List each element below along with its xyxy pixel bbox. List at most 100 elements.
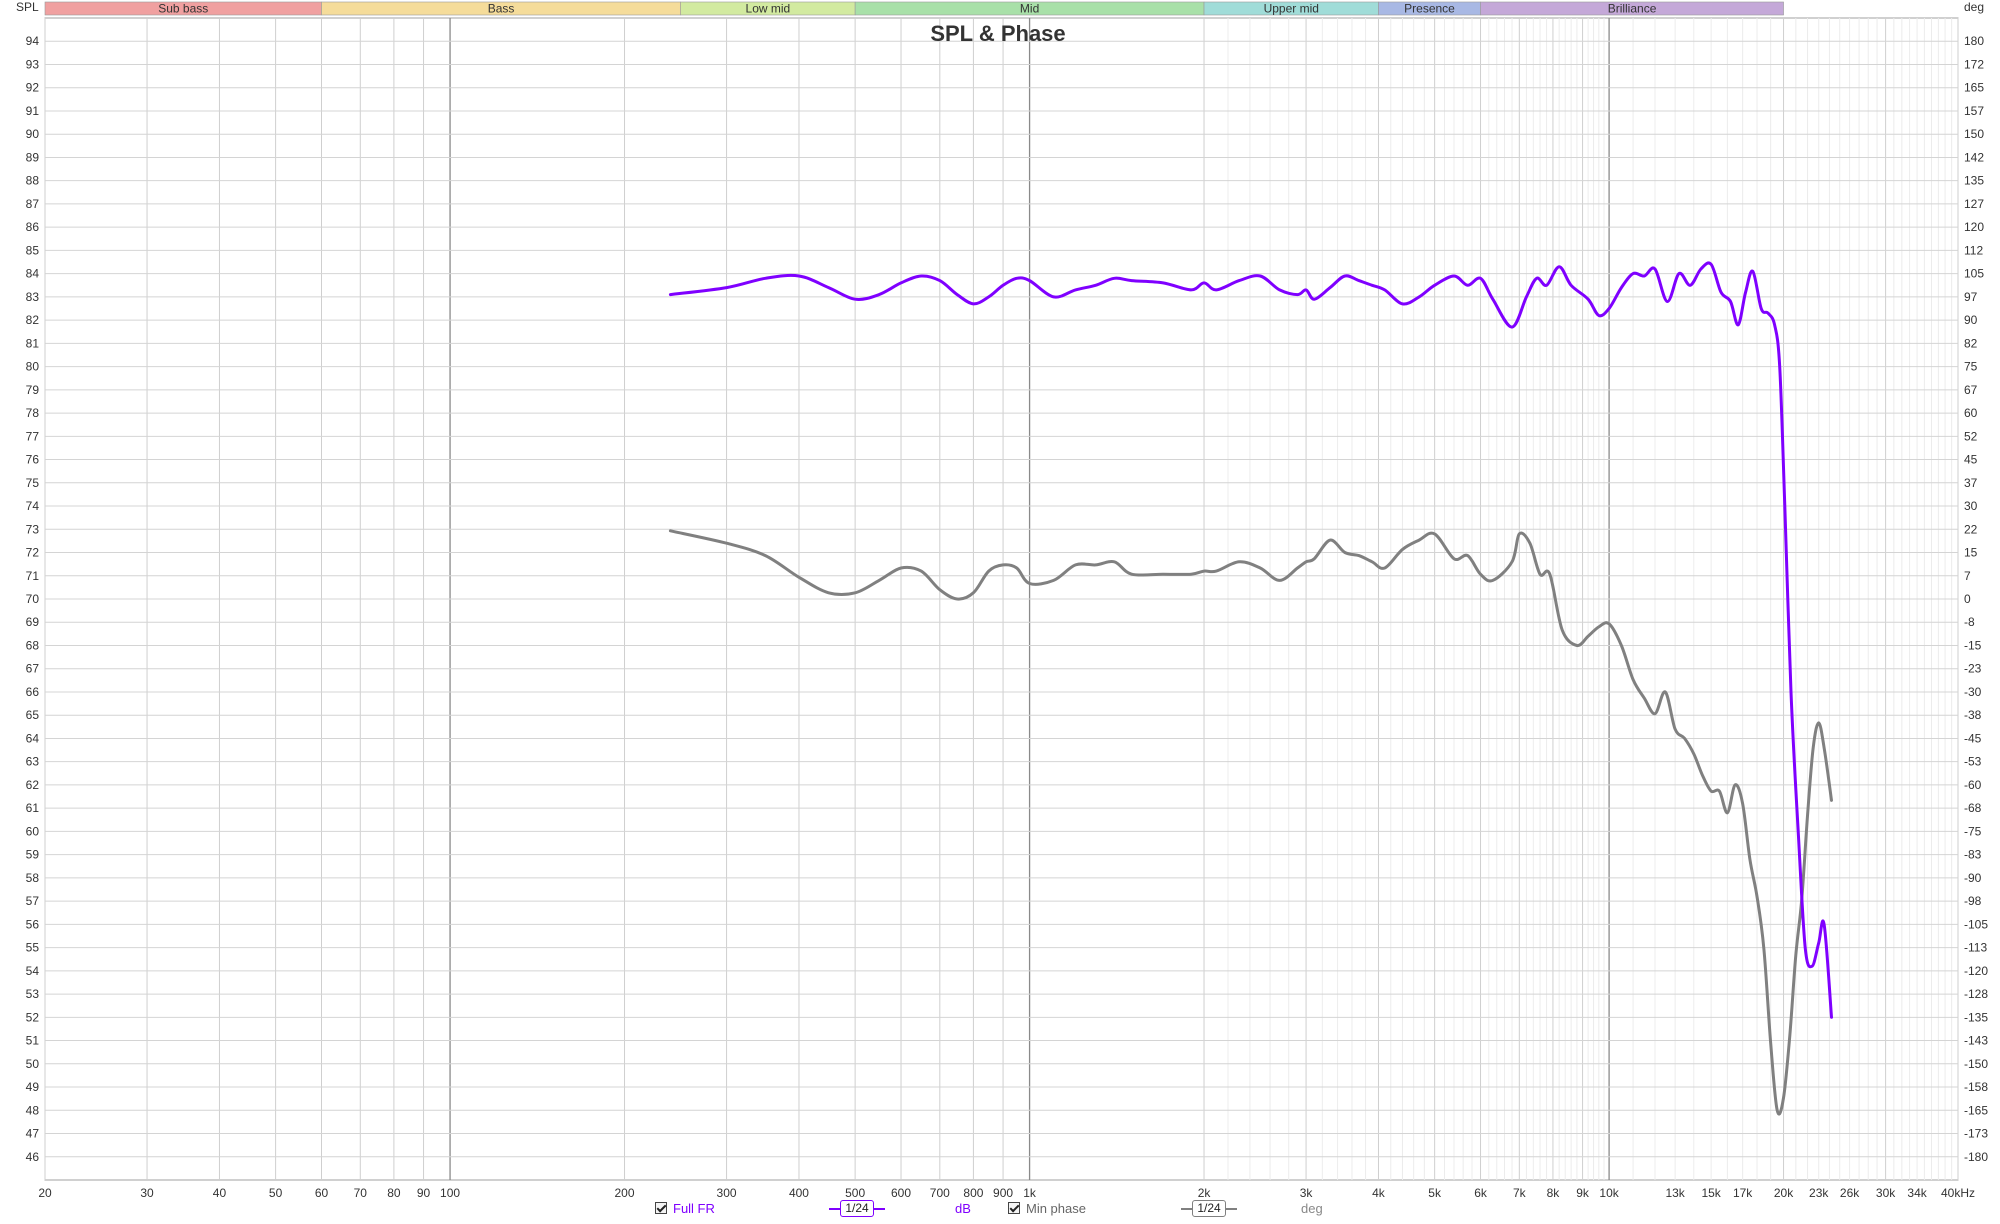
y-left-tick-label: 53: [26, 987, 40, 1001]
x-tick-label: 7k: [1513, 1186, 1527, 1200]
x-tick-label: 17k: [1733, 1186, 1753, 1200]
y-right-tick-label: 120: [1964, 220, 1984, 234]
y-right-tick-label: 67: [1964, 383, 1978, 397]
y-left-tick-label: 59: [26, 848, 40, 862]
x-tick-label: 50: [269, 1186, 283, 1200]
y-left-tick-label: 66: [26, 685, 40, 699]
x-tick-label: 60: [315, 1186, 329, 1200]
min-phase-unit-label: deg: [1301, 1200, 1323, 1216]
y-left-tick-label: 89: [26, 150, 40, 164]
y-left-tick-label: 64: [26, 731, 40, 745]
min-phase-smoothing-control[interactable]: 1/24: [1181, 1199, 1237, 1219]
x-tick-label: 26k: [1840, 1186, 1860, 1200]
y-left-tick-label: 73: [26, 522, 40, 536]
y-left-tick-label: 65: [26, 708, 40, 722]
legend-min-phase: Min phase: [1008, 1197, 1086, 1219]
full-fr-smoothing-value: 1/24: [840, 1200, 874, 1217]
y-right-tick-label: -98: [1964, 894, 1982, 908]
y-right-tick-label: 165: [1964, 81, 1984, 95]
y-left-tick-label: 85: [26, 243, 40, 257]
y-left-tick-label: 93: [26, 57, 40, 71]
y-left-tick-label: 60: [26, 824, 40, 838]
x-tick-label: 80: [387, 1186, 401, 1200]
y-right-tick-label: 97: [1964, 290, 1978, 304]
x-tick-label: 700: [930, 1186, 950, 1200]
y-left-tick-label: 48: [26, 1103, 40, 1117]
y-left-tick-label: 91: [26, 104, 40, 118]
y-left-tick-label: 56: [26, 917, 40, 931]
y-left-tick-label: 77: [26, 429, 40, 443]
x-tick-label: 500: [845, 1186, 865, 1200]
y-right-tick-label: -180: [1964, 1150, 1988, 1164]
y-left-tick-label: 68: [26, 638, 40, 652]
frequency-band-bar: Sub bass Bass Low mid Mid Upper mid Presence B…: [44, 2, 1784, 16]
y-left-tick-label: 70: [26, 592, 40, 606]
y-left-tick-label: 90: [26, 127, 40, 141]
y-left-tick-label: 63: [26, 755, 40, 769]
y-right-tick-label: -68: [1964, 801, 1982, 815]
legend-full-fr: Full FR: [655, 1197, 715, 1219]
x-tick-label: 15k: [1701, 1186, 1721, 1200]
y-left-tick-label: 57: [26, 894, 40, 908]
y-left-tick-label: 47: [26, 1127, 40, 1141]
min-phase-label[interactable]: Min phase: [1026, 1201, 1086, 1216]
y-right-tick-label: 150: [1964, 127, 1984, 141]
y-left-tick-label: 76: [26, 453, 40, 467]
y-right-tick-label: 112: [1964, 243, 1983, 257]
x-tick-label: 400: [789, 1186, 809, 1200]
x-tick-label: 4k: [1372, 1186, 1386, 1200]
y-right-tick-label: 37: [1964, 476, 1978, 490]
x-tick-label: 6k: [1474, 1186, 1488, 1200]
y-left-tick-label: 83: [26, 290, 40, 304]
x-tick-label: 600: [891, 1186, 911, 1200]
right-axis-label: deg: [1964, 0, 1984, 14]
y-right-tick-label: 75: [1964, 360, 1978, 374]
full-fr-smoothing-control[interactable]: 1/24: [829, 1199, 885, 1219]
y-left-tick-label: 69: [26, 615, 40, 629]
y-left-tick-label: 55: [26, 941, 40, 955]
y-right-tick-label: -165: [1964, 1103, 1988, 1117]
band-label: Low mid: [746, 2, 791, 16]
min-phase-checkbox[interactable]: [1008, 1202, 1020, 1214]
x-tick-label: 20: [38, 1186, 52, 1200]
y-right-tick-label: -53: [1964, 755, 1982, 769]
y-left-tick-label: 86: [26, 220, 40, 234]
y-right-tick-label: 135: [1964, 174, 1984, 188]
y-left-tick-label: 74: [26, 499, 40, 513]
y-left-tick-label: 81: [26, 336, 40, 350]
y-right-tick-label: 90: [1964, 313, 1978, 327]
y-right-tick-label: -60: [1964, 778, 1982, 792]
full-fr-label[interactable]: Full FR: [673, 1201, 715, 1216]
x-tick-label: 9k: [1576, 1186, 1590, 1200]
y-right-tick-label: -120: [1964, 964, 1988, 978]
y-left-tick-label: 94: [26, 34, 40, 48]
y-right-tick-label: 30: [1964, 499, 1978, 513]
x-tick-label: 40: [213, 1186, 227, 1200]
y-right-tick-label: -113: [1964, 941, 1987, 955]
x-tick-label: 90: [417, 1186, 431, 1200]
band-label: Presence: [1404, 2, 1455, 16]
x-tick-label: 23k: [1809, 1186, 1829, 1200]
x-tick-label: 30: [140, 1186, 154, 1200]
full-fr-checkbox[interactable]: [655, 1202, 667, 1214]
y-left-tick-label: 61: [26, 801, 40, 815]
min-phase-unit: deg: [1301, 1197, 1323, 1219]
y-right-tick-label: 180: [1964, 34, 1984, 48]
y-right-tick-label: 142: [1964, 150, 1984, 164]
y-right-tick-label: -23: [1964, 662, 1982, 676]
y-left-tick-label: 71: [26, 569, 40, 583]
x-tick-label: 8k: [1547, 1186, 1561, 1200]
band-label: Sub bass: [158, 2, 208, 16]
y-left-tick-label: 78: [26, 406, 40, 420]
x-tick-label: 100: [440, 1186, 460, 1200]
y-right-tick-label: -15: [1964, 638, 1982, 652]
y-right-tick-label: 7: [1964, 569, 1971, 583]
y-right-tick-label: -158: [1964, 1080, 1988, 1094]
y-left-tick-label: 79: [26, 383, 40, 397]
y-right-tick-label: 52: [1964, 429, 1978, 443]
y-left-tick-label: 72: [26, 546, 40, 560]
y-right-tick-label: -135: [1964, 1010, 1988, 1024]
x-tick-label: 200: [615, 1186, 635, 1200]
x-tick-label: 2k: [1198, 1186, 1212, 1200]
y-left-tick-label: 87: [26, 197, 40, 211]
